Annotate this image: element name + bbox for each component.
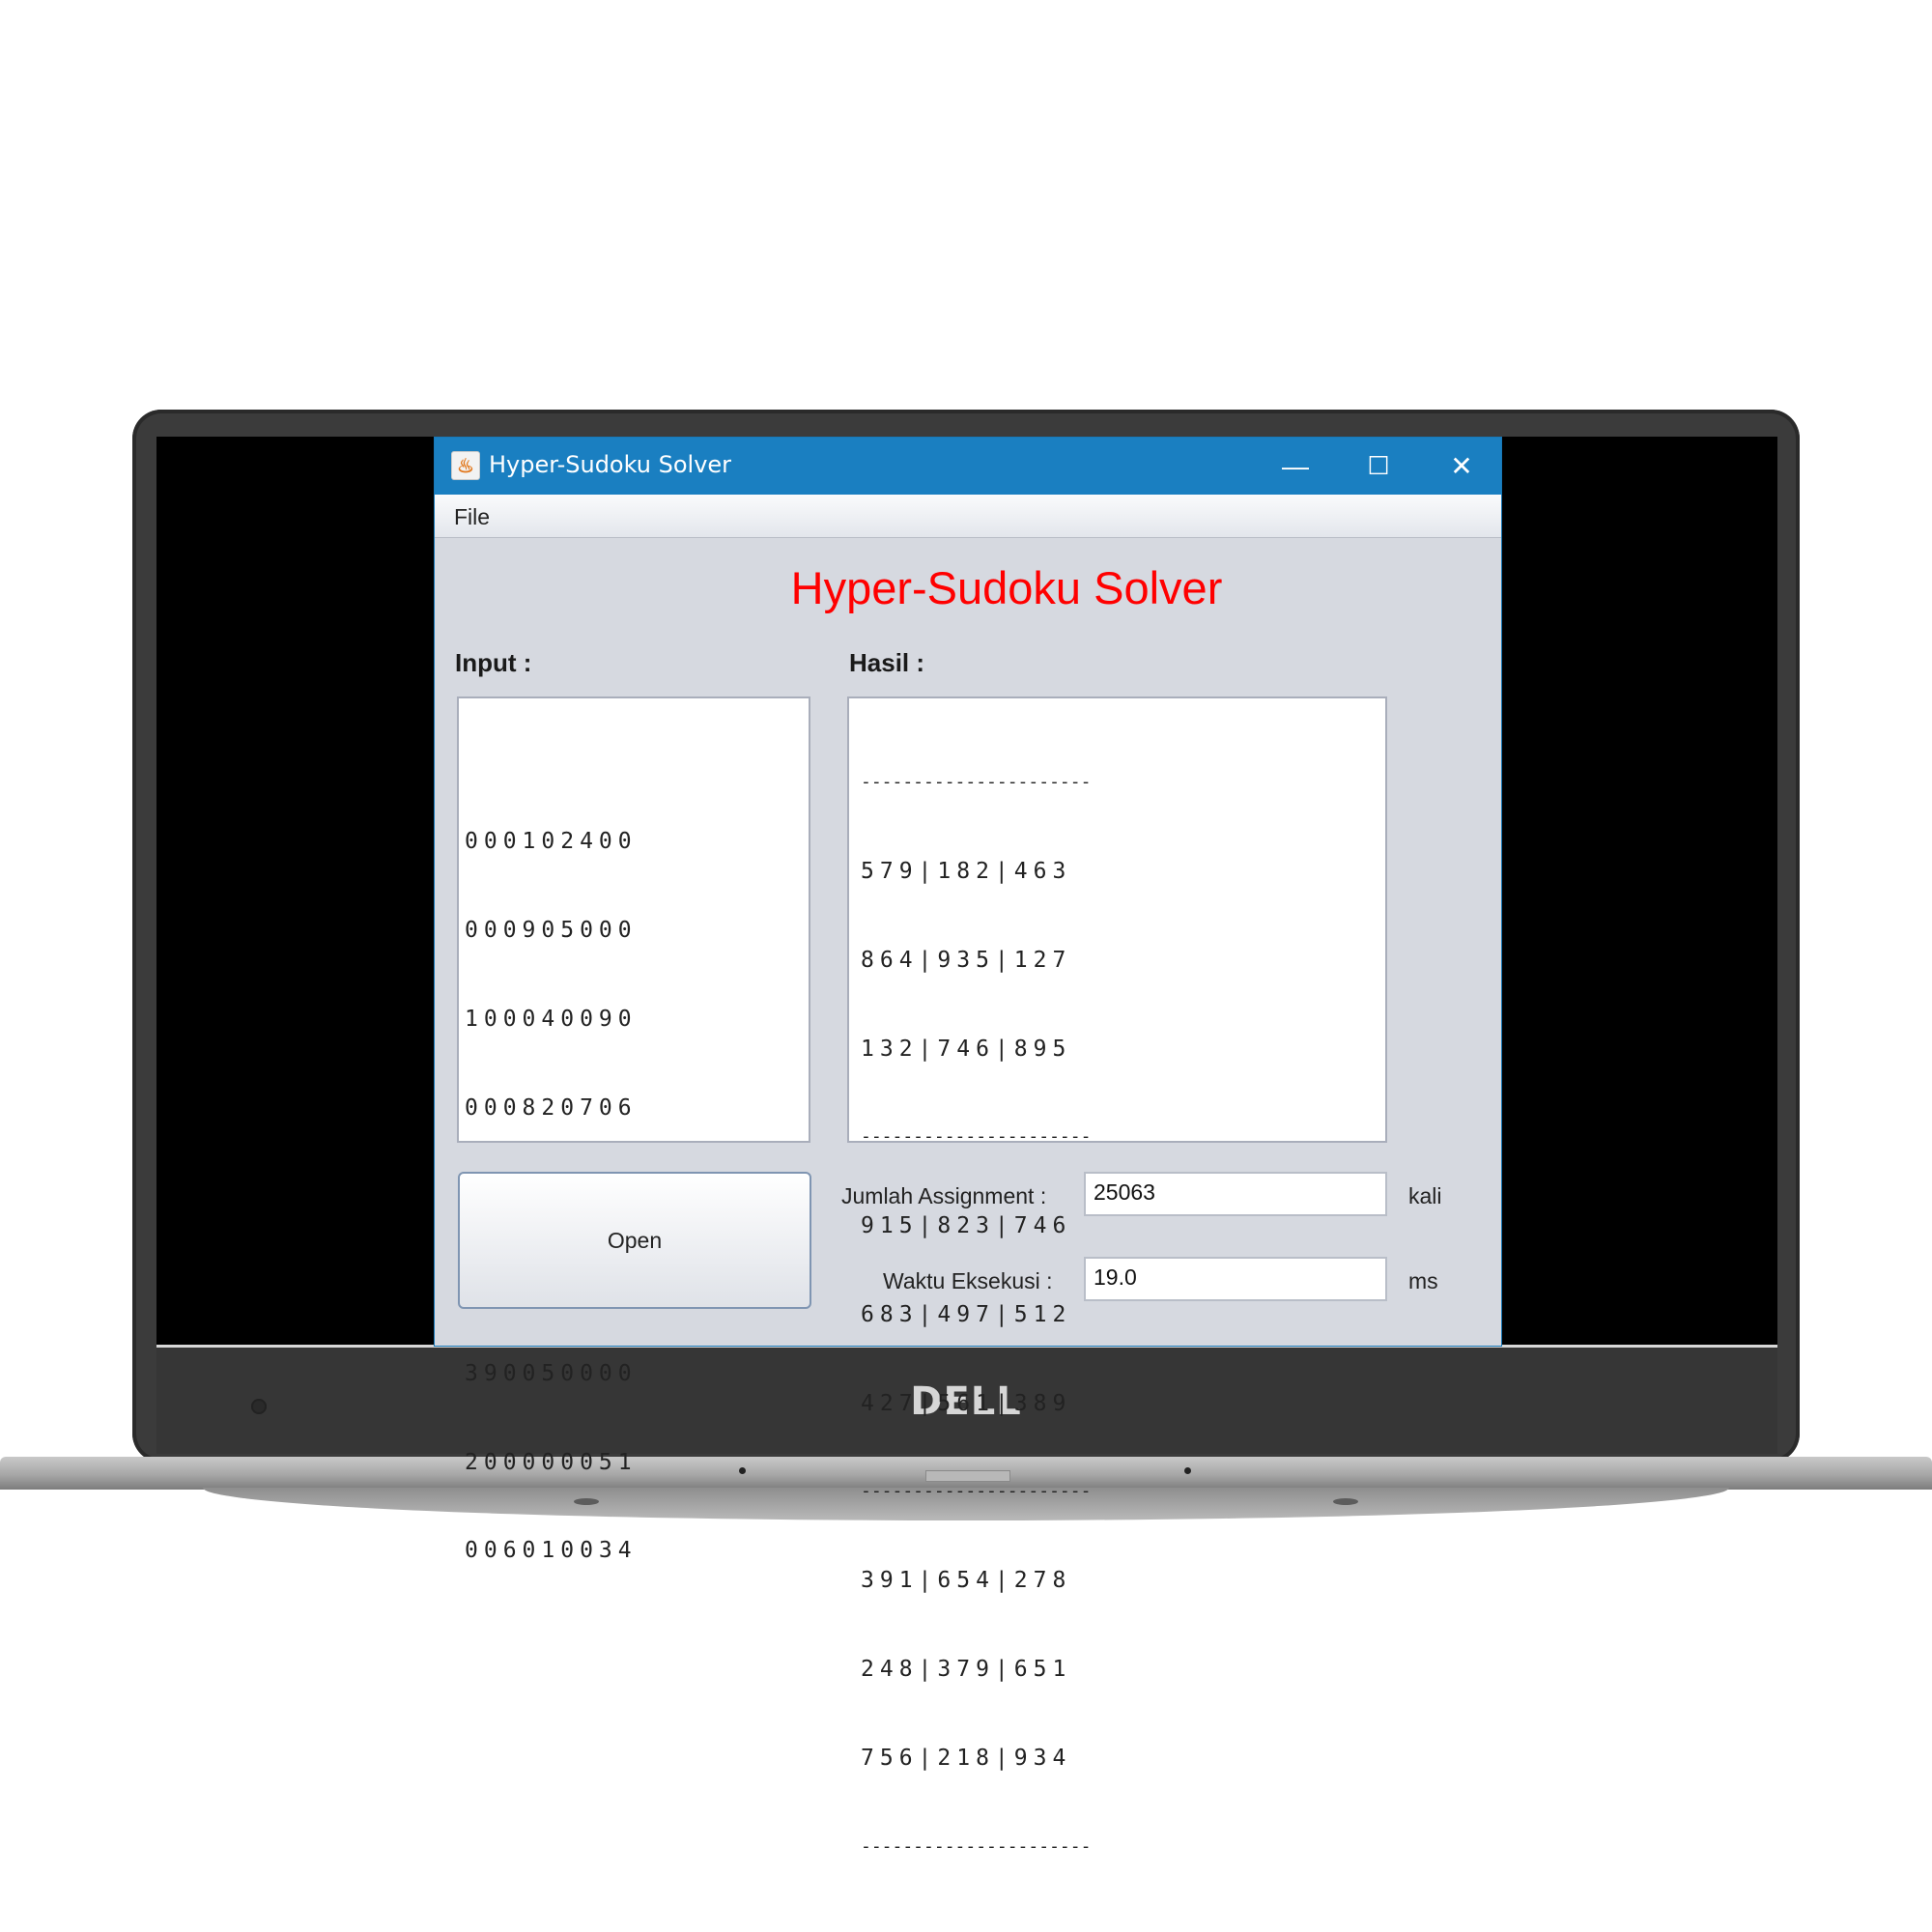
input-line: 200000051: [465, 1449, 638, 1475]
input-line: 000905000: [465, 917, 638, 943]
hinge-dot: [1184, 1467, 1191, 1474]
menu-bar: File: [435, 495, 1501, 538]
input-line: 390050000: [465, 1360, 638, 1386]
execution-field[interactable]: 19.0: [1084, 1257, 1387, 1301]
execution-unit: ms: [1408, 1268, 1438, 1293]
input-line: 006010034: [465, 1538, 638, 1564]
close-button[interactable]: ✕: [1420, 438, 1503, 495]
minimize-button[interactable]: —: [1254, 438, 1337, 495]
maximize-button[interactable]: ☐: [1337, 438, 1420, 495]
result-line: 248|379|651: [861, 1657, 1072, 1682]
assignment-field[interactable]: 25063: [1084, 1172, 1387, 1216]
result-separator: ----------------------: [861, 1481, 1092, 1502]
input-label: Input :: [455, 648, 532, 677]
input-line: 100040090: [465, 1006, 638, 1032]
java-app-icon: ♨: [451, 451, 480, 480]
assignment-unit: kali: [1408, 1183, 1442, 1208]
app-heading: Hyper-Sudoku Solver: [790, 562, 1223, 613]
execution-label: Waktu Eksekusi :: [883, 1268, 1053, 1293]
result-line: 915|823|746: [861, 1213, 1072, 1239]
result-line: 579|182|463: [861, 858, 1072, 884]
result-textarea[interactable]: ---------------------- 579|182|463 864|9…: [847, 696, 1387, 1857]
result-separator: ----------------------: [861, 772, 1092, 793]
foot-dot: [1333, 1498, 1358, 1505]
result-line: 391|654|278: [861, 1568, 1072, 1594]
result-line: 756|218|934: [861, 1745, 1072, 1771]
result-separator: ----------------------: [861, 1835, 1092, 1857]
result-line: 683|497|512: [861, 1301, 1072, 1327]
hinge-dot: [739, 1467, 746, 1474]
input-line: 000820706: [465, 1094, 638, 1121]
result-line: 132|746|895: [861, 1036, 1072, 1062]
title-bar[interactable]: ♨ Hyper-Sudoku Solver — ☐ ✕: [435, 438, 1501, 495]
result-separator: ----------------------: [861, 1126, 1092, 1148]
camera-icon: [251, 1399, 267, 1414]
menu-file[interactable]: File: [454, 504, 490, 530]
result-label: Hasil :: [849, 648, 925, 677]
result-line: 427|561|389: [861, 1390, 1072, 1416]
input-line: 000102400: [465, 829, 638, 855]
input-textarea[interactable]: 000102400 000905000 100040090 000820706 …: [457, 696, 810, 1563]
assignment-label: Jumlah Assignment :: [841, 1183, 1047, 1208]
result-line: 864|935|127: [861, 947, 1072, 973]
window-title: Hyper-Sudoku Solver: [489, 451, 732, 478]
result-grid: ---------------------- 579|182|463 864|9…: [861, 709, 1091, 1920]
open-button[interactable]: Open: [458, 1172, 811, 1309]
app-window: ♨ Hyper-Sudoku Solver — ☐ ✕ File Hyper-S…: [435, 438, 1501, 1857]
